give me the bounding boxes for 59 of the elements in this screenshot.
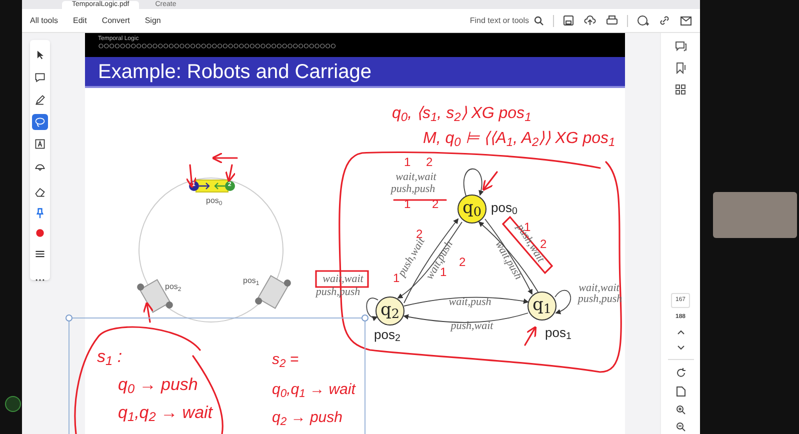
state-label: q$_{1}$ [532, 297, 552, 314]
carriage-drawing [189, 180, 235, 192]
edge-label: wait,wait [578, 283, 620, 294]
rotate-icon[interactable] [676, 368, 686, 378]
slide-title: Example: Robots and Carriage [98, 60, 372, 84]
link-icon[interactable] [659, 15, 670, 26]
position-label: pos$_{0}$ [491, 201, 518, 214]
edge-label: push,wait [450, 321, 494, 332]
ink-arrow [524, 326, 537, 346]
handwritten-note: s$_{1}$ : [97, 348, 122, 365]
edge-label: wait,wait [396, 172, 436, 183]
position-label: pos$_{2}$ [165, 283, 182, 291]
position-label: pos$_{1}$ [545, 326, 572, 339]
handwritten-mark: 1 [393, 272, 400, 284]
handwritten-formula: q$_{0}$, ⟨s$_{1}$, s$_{2}$⟩ XG pos$_{1}$ [392, 106, 532, 122]
lasso-icon[interactable] [32, 114, 48, 130]
grid-icon[interactable] [675, 84, 686, 95]
position-label: pos$_{1}$ [243, 277, 260, 285]
handwritten-note: q$_{2}$ → push [272, 410, 342, 425]
position-label: pos$_{0}$ [206, 197, 222, 205]
save-icon[interactable] [563, 15, 574, 26]
handwritten-formula: M, q$_{0}$ ⊨ ⟨⟨A$_{1}$, A$_{2}$⟩⟩ XG pos$_{1}$ [423, 131, 616, 147]
ink-arrow [482, 171, 498, 192]
state-label: q$_{2}$ [380, 302, 400, 319]
handwritten-note: s$_{2}$ = [272, 352, 299, 367]
ink-stroke [393, 199, 447, 201]
edge-label: push,push [390, 184, 436, 195]
print-icon[interactable] [606, 15, 618, 26]
bookmark-icon[interactable] [674, 62, 686, 74]
comment-icon[interactable] [674, 41, 686, 52]
handwritten-note: q$_{1}$,q$_{2}$ → wait [118, 404, 213, 421]
ink-arrow [142, 302, 154, 323]
selection-frame[interactable] [66, 314, 368, 434]
state-label: q$_{0}$ [462, 200, 482, 217]
handwritten-note: q$_{0}$,q$_{1}$ → wait [272, 382, 356, 397]
menu-item[interactable]: All tools [30, 14, 58, 26]
chevron-down-icon[interactable] [676, 345, 684, 350]
edge-label: wait,push [448, 297, 492, 308]
transition-arrow [554, 290, 572, 314]
share-icon[interactable] [637, 14, 649, 26]
menu-item[interactable]: Edit [73, 14, 87, 26]
handwritten-mark: 2 [459, 256, 466, 268]
chevron-up-icon[interactable] [676, 330, 684, 335]
zoom-in-icon[interactable] [676, 405, 686, 415]
document-icon[interactable] [676, 386, 686, 397]
transition-arrow [366, 298, 378, 320]
menu-item[interactable]: Convert [102, 14, 130, 26]
menu-item[interactable]: Sign [144, 14, 161, 26]
transition-arrow [463, 168, 484, 196]
ink-arrow [186, 164, 197, 188]
search-icon[interactable] [534, 16, 544, 26]
handwritten-mark: 2 [426, 156, 433, 168]
search-field[interactable]: Find text or tools [470, 14, 529, 26]
position-label: pos$_{2}$ [374, 328, 400, 341]
zoom-out-icon[interactable] [676, 422, 686, 432]
handwritten-note: q$_{0}$ → push [118, 376, 198, 393]
mail-icon[interactable] [680, 16, 692, 26]
handwritten-mark: 1 [404, 156, 411, 168]
upload-icon[interactable] [584, 15, 596, 26]
